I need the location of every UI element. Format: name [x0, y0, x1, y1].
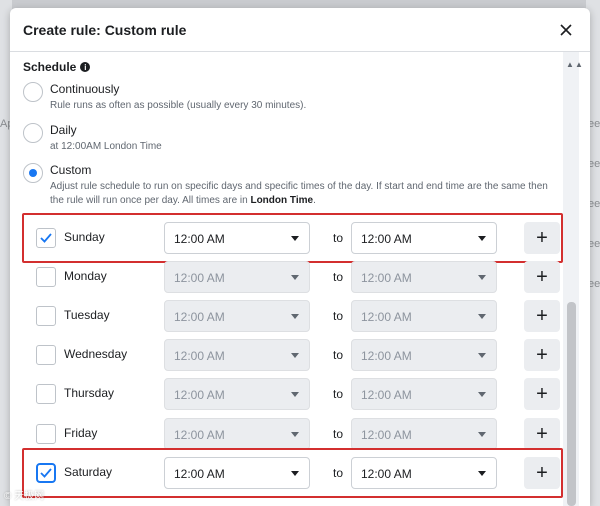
add-time-button[interactable]: + — [524, 222, 560, 254]
to-label: to — [333, 427, 344, 441]
day-checkbox[interactable] — [36, 463, 56, 483]
close-icon — [560, 24, 572, 36]
add-time-button[interactable]: + — [524, 457, 560, 489]
add-time-button[interactable]: + — [524, 378, 560, 410]
checkmark-icon — [40, 468, 52, 478]
start-time-select[interactable]: 12:00 AM — [164, 378, 310, 410]
caret-down-icon — [291, 353, 299, 358]
to-label: to — [333, 231, 344, 245]
plus-icon: + — [536, 344, 548, 366]
schedule-label: Schedule i — [23, 60, 91, 74]
caret-down-icon — [291, 236, 299, 241]
caret-down-icon — [478, 432, 486, 437]
plus-icon: + — [536, 383, 548, 405]
start-time-select[interactable]: 12:00 AM — [164, 261, 310, 293]
radio-description: at 12:00AM London Time — [50, 141, 162, 152]
add-time-button[interactable]: + — [524, 418, 560, 450]
plus-icon: + — [536, 305, 548, 327]
day-row-tuesday: Tuesday 12:00 AM to 12:00 AM + — [26, 300, 560, 332]
to-label: to — [333, 309, 344, 323]
start-time-select[interactable]: 12:00 AM — [164, 222, 310, 254]
day-row-monday: Monday 12:00 AM to 12:00 AM + — [26, 261, 560, 293]
caret-down-icon — [478, 471, 486, 476]
scroll-up-arrow-icon[interactable]: ▲ — [566, 60, 574, 69]
end-time-select[interactable]: 12:00 AM — [351, 339, 497, 371]
end-time-select[interactable]: 12:00 AM — [351, 222, 497, 254]
plus-icon: + — [536, 462, 548, 484]
caret-down-icon — [478, 392, 486, 397]
scroll-up-arrow-icon[interactable]: ▲ — [575, 60, 583, 69]
day-checkbox[interactable] — [36, 228, 56, 248]
end-time-select[interactable]: 12:00 AM — [351, 261, 497, 293]
day-label: Saturday — [64, 465, 113, 479]
day-label: Wednesday — [64, 347, 128, 361]
caret-down-icon — [478, 275, 486, 280]
radio-title: Custom — [50, 163, 92, 177]
to-label: to — [333, 466, 344, 480]
day-checkbox[interactable] — [36, 345, 56, 365]
radio-button[interactable] — [23, 123, 43, 143]
checkmark-icon — [40, 233, 52, 243]
day-label: Tuesday — [64, 308, 110, 322]
caret-down-icon — [291, 314, 299, 319]
to-label: to — [333, 387, 344, 401]
caret-down-icon — [291, 275, 299, 280]
day-label: Sunday — [64, 230, 105, 244]
plus-icon: + — [536, 227, 548, 249]
day-checkbox[interactable] — [36, 384, 56, 404]
caret-down-icon — [291, 432, 299, 437]
day-row-sunday: Sunday 12:00 AM to 12:00 AM + — [22, 213, 563, 263]
day-row-friday: Friday 12:00 AM to 12:00 AM + — [26, 418, 560, 450]
day-checkbox[interactable] — [36, 267, 56, 287]
day-row-thursday: Thursday 12:00 AM to 12:00 AM + — [26, 378, 560, 410]
plus-icon: + — [536, 423, 548, 445]
scrollbar-thumb[interactable] — [567, 302, 576, 506]
end-time-select[interactable]: 12:00 AM — [351, 457, 497, 489]
close-button[interactable] — [556, 20, 576, 40]
add-time-button[interactable]: + — [524, 339, 560, 371]
radio-title: Daily — [50, 123, 77, 137]
day-checkbox[interactable] — [36, 424, 56, 444]
day-label: Monday — [64, 269, 107, 283]
start-time-select[interactable]: 12:00 AM — [164, 418, 310, 450]
timezone-label: London Time — [250, 195, 314, 206]
caret-down-icon — [478, 236, 486, 241]
radio-title: Continuously — [50, 82, 120, 96]
radio-description: Adjust rule schedule to run on specific … — [50, 181, 548, 206]
day-checkbox[interactable] — [36, 306, 56, 326]
caret-down-icon — [291, 392, 299, 397]
end-time-select[interactable]: 12:00 AM — [351, 300, 497, 332]
caret-down-icon — [478, 314, 486, 319]
day-label: Thursday — [64, 386, 115, 400]
start-time-select[interactable]: 12:00 AM — [164, 457, 310, 489]
end-time-select[interactable]: 12:00 AM — [351, 418, 497, 450]
end-time-select[interactable]: 12:00 AM — [351, 378, 497, 410]
info-icon[interactable]: i — [80, 62, 91, 72]
to-label: to — [333, 348, 344, 362]
dialog-header: Create rule: Custom rule — [10, 8, 590, 52]
day-row-wednesday: Wednesday 12:00 AM to 12:00 AM + — [26, 339, 560, 371]
to-label: to — [333, 270, 344, 284]
create-rule-dialog: Create rule: Custom rule Schedule i Cont… — [10, 8, 590, 506]
scrollbar[interactable]: ▲ ▲ — [563, 52, 583, 506]
watermark: © 天极网 — [4, 491, 45, 502]
dialog-title: Create rule: Custom rule — [23, 22, 187, 38]
radio-button-selected[interactable] — [23, 163, 43, 183]
start-time-select[interactable]: 12:00 AM — [164, 300, 310, 332]
dialog-body: Schedule i Continuously Rule runs as oft… — [10, 52, 590, 506]
start-time-select[interactable]: 12:00 AM — [164, 339, 310, 371]
radio-description: Rule runs as often as possible (usually … — [50, 100, 307, 111]
add-time-button[interactable]: + — [524, 261, 560, 293]
day-row-saturday: Saturday 12:00 AM to 12:00 AM + — [22, 448, 563, 498]
caret-down-icon — [291, 471, 299, 476]
caret-down-icon — [478, 353, 486, 358]
plus-icon: + — [536, 266, 548, 288]
day-label: Friday — [64, 426, 98, 440]
add-time-button[interactable]: + — [524, 300, 560, 332]
radio-button[interactable] — [23, 82, 43, 102]
